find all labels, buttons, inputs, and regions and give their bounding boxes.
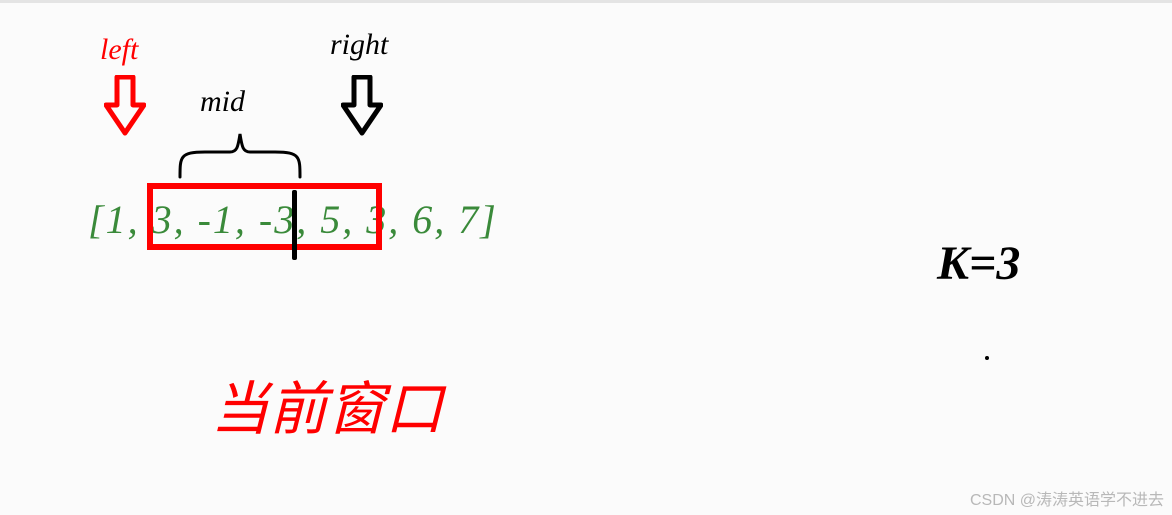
dot-mark [985,356,989,360]
divider-tick [292,190,297,260]
label-right: right [330,28,388,62]
top-border [0,0,1172,3]
watermark-text: CSDN @涛涛英语学不进去 [970,486,1164,510]
label-mid: mid [200,85,245,119]
window-highlight-box [147,183,382,250]
label-left: left [100,33,138,67]
arrow-down-black-icon [341,75,383,137]
caption-current-window: 当前窗口 [211,362,443,446]
arrow-down-red-icon [104,75,146,137]
k-value-label: K=3 [937,236,1020,291]
brace-icon [175,122,305,182]
